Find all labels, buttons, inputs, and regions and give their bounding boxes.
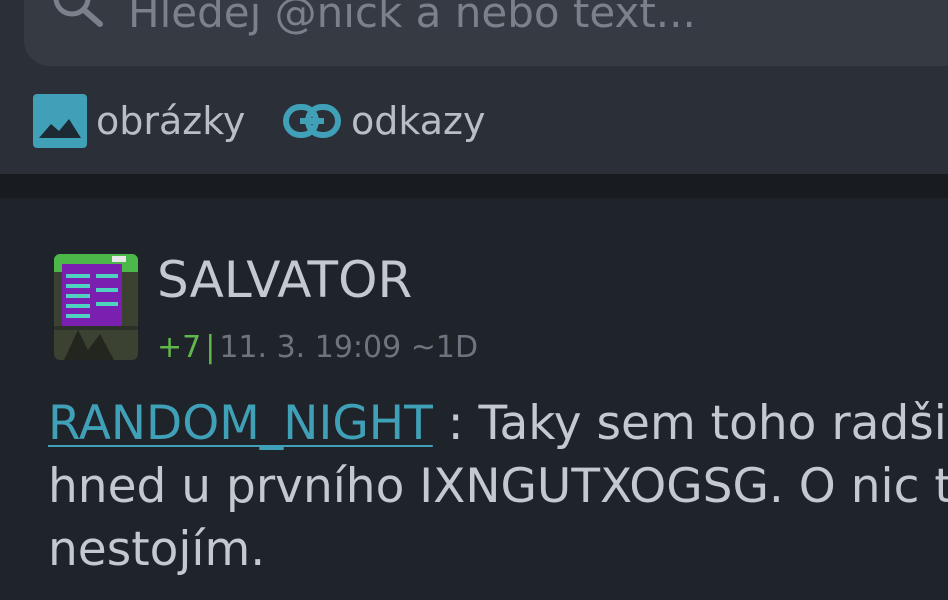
post-body-text: : Taky sem toho radši (432, 396, 947, 451)
filter-links-button[interactable]: odkazy (282, 94, 485, 148)
mention-link[interactable]: RANDOM_NIGHT (48, 396, 433, 451)
post-body-line: nestojím. (48, 522, 266, 577)
post-score[interactable]: +7 (157, 330, 201, 365)
post-meta: +7 | 11. 3. 19:09 ~1D (157, 328, 478, 368)
top-bar: Hledej @nick a nebo text... obrázky odka… (0, 0, 948, 174)
link-icon (283, 104, 341, 138)
section-divider (0, 174, 948, 198)
image-icon (33, 94, 87, 148)
post-timestamp: 11. 3. 19:09 ~1D (219, 330, 479, 365)
post-body: RANDOM_NIGHT : Taky sem toho radši hned … (48, 392, 948, 581)
post-body-line: RANDOM_NIGHT : Taky sem toho radši (48, 392, 948, 455)
search-icon[interactable] (48, 0, 108, 36)
avatar[interactable] (54, 254, 138, 360)
search-placeholder[interactable]: Hledej @nick a nebo text... (128, 0, 696, 38)
filter-links-label: odkazy (351, 99, 486, 143)
filter-images-label: obrázky (96, 99, 246, 143)
post-author[interactable]: SALVATOR (157, 250, 412, 310)
post-card: SALVATOR +7 | 11. 3. 19:09 ~1D RANDOM_NIGH… (0, 198, 948, 600)
post-body-line: hned u prvního IXNGUTXOGSG. O nic ta (48, 459, 948, 514)
meta-separator: | (205, 330, 216, 365)
filter-images-button[interactable]: obrázky (33, 94, 245, 148)
